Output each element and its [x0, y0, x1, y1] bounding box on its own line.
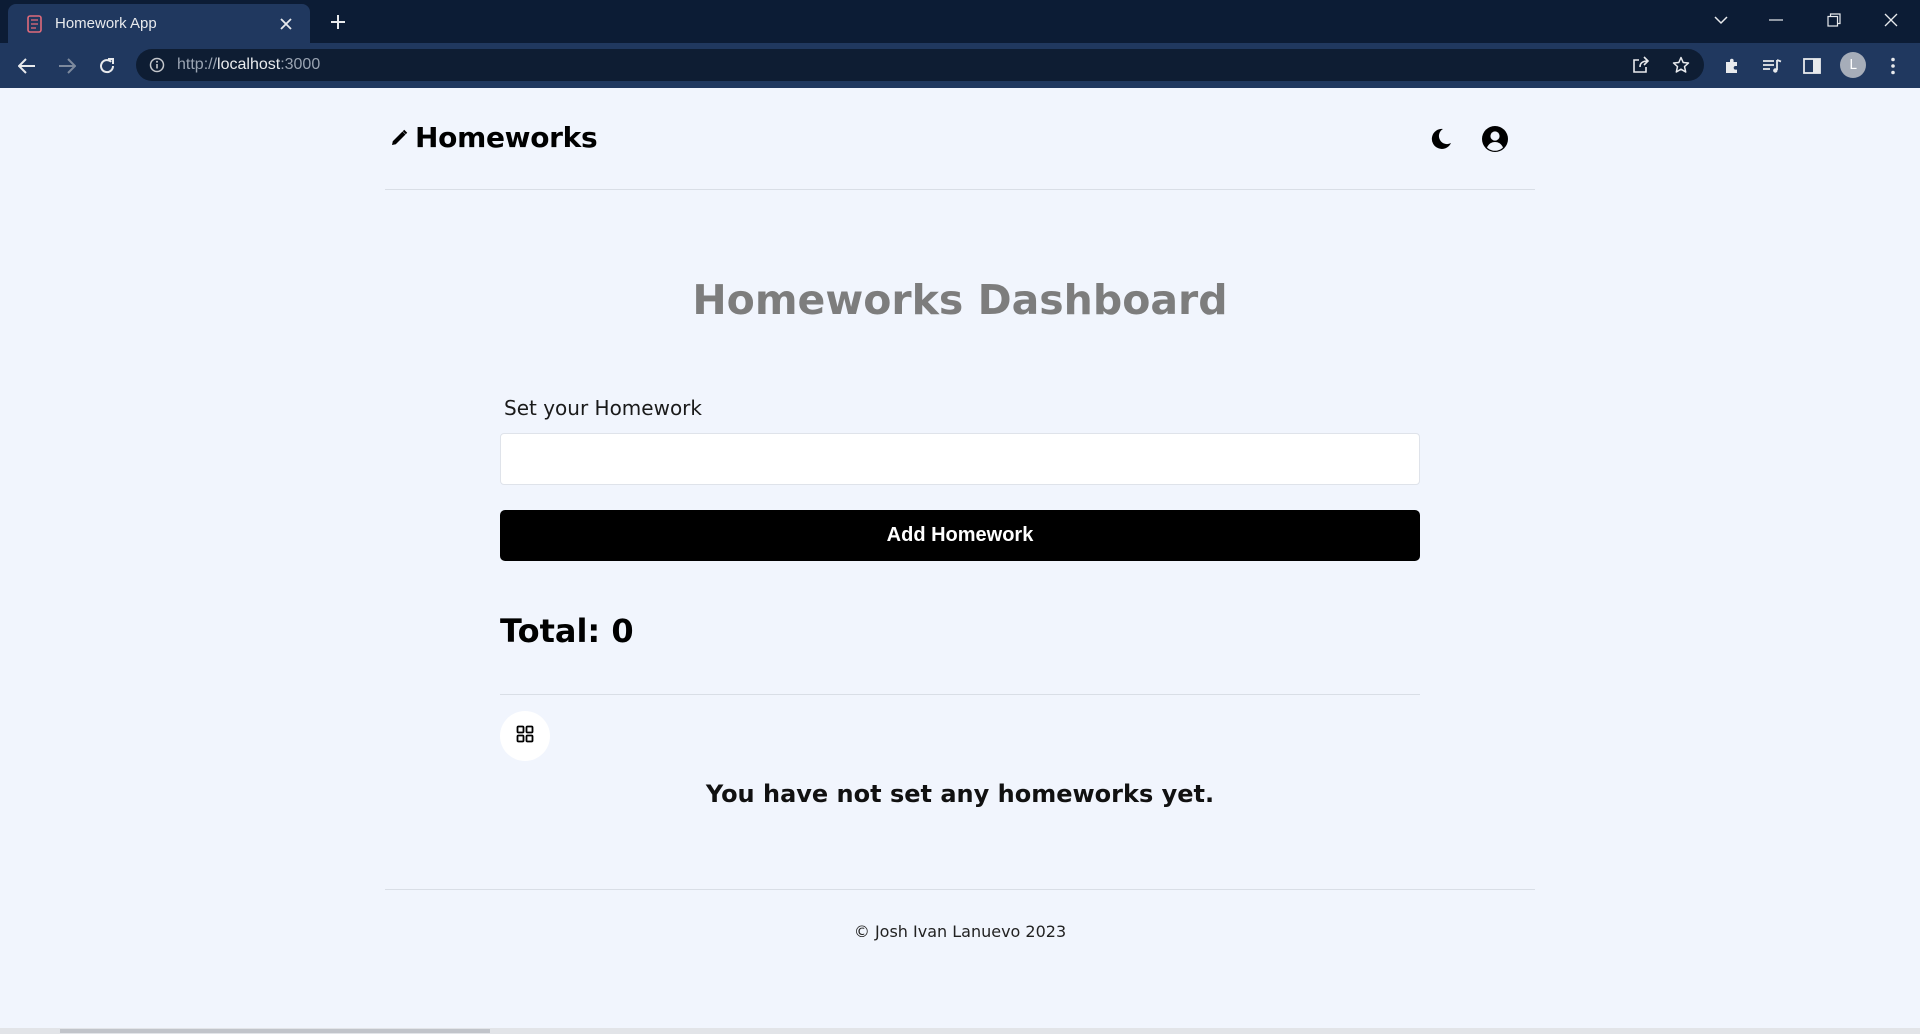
divider — [500, 694, 1420, 695]
brand-title: Homeworks — [415, 121, 598, 154]
browser-tab[interactable]: Homework App — [8, 4, 310, 43]
address-bar[interactable]: http://localhost:3000 — [136, 49, 1704, 81]
footer-copyright: © Josh Ivan Lanuevo 2023 — [853, 922, 1067, 941]
add-homework-button[interactable]: Add Homework — [500, 510, 1420, 561]
footer-divider — [385, 889, 1535, 890]
more-menu-icon[interactable] — [1878, 51, 1908, 81]
profile-avatar[interactable]: L — [1840, 52, 1866, 78]
horizontal-scrollbar[interactable] — [0, 1028, 1920, 1034]
scrollbar-thumb[interactable] — [60, 1029, 490, 1033]
grid-icon — [516, 725, 534, 748]
minimize-icon[interactable] — [1748, 0, 1804, 40]
reload-icon[interactable] — [92, 51, 122, 81]
moon-icon[interactable] — [1426, 124, 1456, 154]
browser-tab-strip: Homework App — [0, 0, 1920, 43]
share-icon[interactable] — [1627, 51, 1655, 79]
side-panel-icon[interactable] — [1797, 51, 1827, 81]
pencil-icon — [389, 128, 409, 148]
user-circle-icon[interactable] — [1480, 124, 1510, 154]
info-icon[interactable] — [148, 56, 166, 74]
homework-input-label: Set your Homework — [504, 396, 702, 420]
new-tab-plus-icon[interactable] — [325, 9, 351, 35]
homework-input[interactable] — [500, 433, 1420, 485]
browser-toolbar: http://localhost:3000 L — [0, 43, 1920, 88]
url-scheme: http:// — [177, 56, 218, 73]
url-port: :3000 — [280, 56, 321, 73]
star-icon[interactable] — [1667, 51, 1695, 79]
tab-title: Homework App — [55, 15, 157, 32]
close-window-icon[interactable] — [1863, 0, 1919, 40]
total-count: Total: 0 — [500, 612, 634, 650]
empty-state-message: You have not set any homeworks yet. — [705, 780, 1215, 808]
url-host: localhost — [217, 56, 281, 73]
dashboard-title: Homeworks Dashboard — [692, 276, 1228, 324]
tab-close-icon[interactable] — [274, 12, 298, 36]
url-text: http://localhost:3000 — [177, 56, 320, 74]
app-navbar: Homeworks — [385, 88, 1535, 190]
tab-search-chevron-down-icon[interactable] — [1693, 0, 1749, 40]
page-content: Homeworks Homeworks Dashboard Set your H… — [0, 88, 1920, 1028]
restore-icon[interactable] — [1806, 0, 1862, 40]
notebook-favicon-icon — [26, 14, 44, 33]
puzzle-icon[interactable] — [1717, 51, 1747, 81]
forward-arrow-icon[interactable] — [52, 51, 82, 81]
back-arrow-icon[interactable] — [12, 51, 42, 81]
media-icon[interactable] — [1757, 51, 1787, 81]
brand-link[interactable]: Homeworks — [389, 121, 598, 154]
grid-view-toggle[interactable] — [500, 711, 550, 761]
